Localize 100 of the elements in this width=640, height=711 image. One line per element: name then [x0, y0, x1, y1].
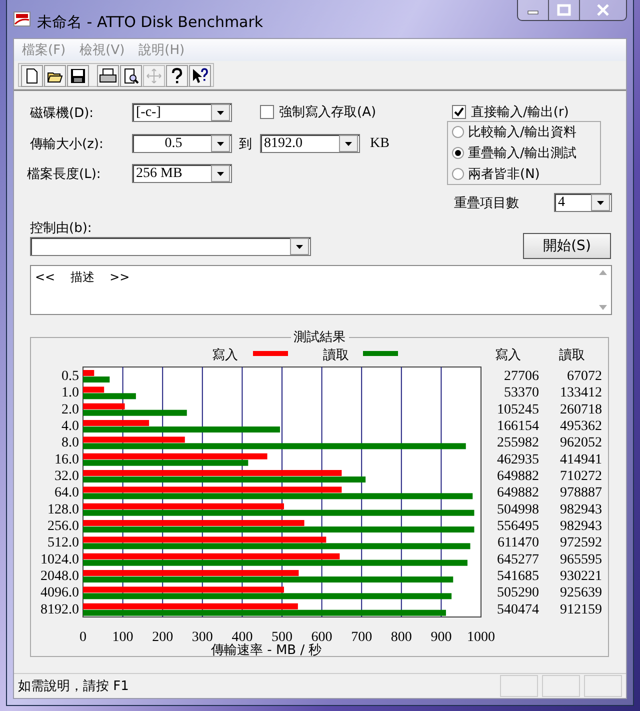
- unit-label: KB: [370, 136, 390, 152]
- tick-label: 700: [351, 630, 372, 645]
- table-cell: 67072: [567, 369, 602, 384]
- category-label: 8.0: [62, 436, 79, 451]
- category-label: 4.0: [62, 419, 79, 434]
- table-cell: 255982: [497, 436, 539, 451]
- checkbox[interactable]: [260, 105, 274, 119]
- table-cell: 504998: [497, 502, 539, 518]
- table-cell: 978887: [560, 486, 602, 501]
- to-label: 到: [239, 136, 252, 153]
- category-label: 2048.0: [40, 569, 79, 584]
- category-label: 64.0: [54, 486, 79, 501]
- transfer-size-label: 傳輸大小(z):: [30, 136, 104, 153]
- radio-button[interactable]: [452, 146, 464, 159]
- transfer-size-to-dropdown[interactable]: 8192.0: [260, 134, 360, 153]
- description-text: << 描述 >>: [34, 269, 131, 286]
- save-icon[interactable]: [67, 65, 89, 87]
- tick-label: 200: [152, 630, 174, 645]
- category-label: 32.0: [54, 469, 79, 484]
- help-icon[interactable]: [166, 65, 188, 87]
- category-label: 2.0: [62, 402, 79, 418]
- radio-button[interactable]: [452, 126, 464, 138]
- table-cell: 962052: [560, 436, 602, 451]
- table-cell: 540474: [497, 602, 539, 618]
- io-mode-label: 比較輸入/輸出資料: [468, 124, 576, 142]
- table-cell: 495362: [560, 419, 602, 434]
- table-cell: 166154: [497, 419, 539, 434]
- table-cell: 462935: [497, 452, 539, 468]
- tick-label: 1000: [467, 630, 495, 645]
- transfer-size-from-dropdown[interactable]: 0.5: [132, 134, 232, 153]
- category-label: 128.0: [48, 502, 79, 518]
- printer-icon[interactable]: [97, 65, 119, 87]
- radio-button[interactable]: [452, 168, 464, 180]
- tick-label: 0: [80, 630, 86, 645]
- new-document-icon[interactable]: [21, 65, 43, 87]
- read-bar: [83, 393, 136, 400]
- column-header: 寫入: [495, 348, 521, 363]
- legend-label: 寫入: [212, 348, 238, 363]
- table-cell: 105245: [497, 402, 539, 418]
- category-label: 0.5: [62, 369, 79, 384]
- write-bar: [83, 370, 94, 376]
- app-logo-icon: [13, 11, 31, 27]
- category-label: 256.0: [48, 519, 79, 534]
- table-cell: 912159: [560, 602, 602, 618]
- controlled-by-dropdown[interactable]: [30, 237, 311, 256]
- force-write-label: 強制寫入存取(A): [279, 104, 376, 121]
- table-cell: 133412: [560, 386, 602, 401]
- category-label: 1.0: [62, 386, 79, 401]
- category-label: 8192.0: [40, 602, 79, 618]
- direct-io-label: 直接輸入/輸出(r): [471, 104, 569, 121]
- print-preview-icon[interactable]: [120, 65, 142, 87]
- table-cell: 260718: [560, 402, 602, 418]
- file-length-label: 檔案長度(L):: [27, 166, 101, 183]
- controlled-by-label: 控制由(b):: [30, 220, 92, 237]
- tick-label: 300: [192, 630, 213, 645]
- table-cell: 930221: [560, 569, 602, 584]
- table-cell: 505290: [497, 586, 539, 601]
- legend-label: 讀取: [323, 348, 349, 363]
- tick-label: 900: [430, 630, 452, 645]
- table-cell: 414941: [560, 452, 602, 468]
- table-cell: 53370: [504, 386, 539, 401]
- queue-depth-label: 重疊項目數: [454, 195, 519, 212]
- category-label: 4096.0: [40, 586, 79, 601]
- table-cell: 649882: [497, 469, 539, 484]
- column-header: 讀取: [559, 348, 585, 363]
- category-label: 1024.0: [40, 552, 79, 568]
- results-title: 測試結果: [290, 328, 348, 346]
- open-folder-icon[interactable]: [44, 65, 66, 87]
- start-button[interactable]: 開始(S): [523, 233, 611, 259]
- x-axis-label: 傳輸速率 - MB / 秒: [211, 643, 322, 656]
- queue-depth-dropdown[interactable]: 4: [554, 193, 612, 212]
- context-help-icon[interactable]: [189, 65, 211, 87]
- file-length-dropdown[interactable]: 256 MB: [132, 164, 232, 183]
- drive-dropdown[interactable]: [-c-]: [132, 103, 232, 122]
- table-cell: 965595: [560, 552, 602, 568]
- read-bar: [83, 376, 110, 382]
- tick-label: 800: [390, 630, 412, 645]
- category-label: 512.0: [48, 536, 79, 551]
- checkbox[interactable]: [452, 105, 466, 119]
- tick-label: 100: [112, 630, 134, 645]
- maximize-icon: [557, 4, 571, 16]
- table-cell: 710272: [560, 469, 602, 484]
- table-cell: 541685: [497, 569, 539, 584]
- minimize-button[interactable]: [518, 0, 549, 20]
- table-cell: 649882: [497, 486, 539, 501]
- table-cell: 645277: [497, 552, 539, 568]
- window-title: 未命名 - ATTO Disk Benchmark: [37, 12, 264, 32]
- maximize-button[interactable]: [549, 0, 580, 20]
- io-mode-label: 兩者皆非(N): [468, 166, 540, 183]
- write-bar: [83, 420, 150, 426]
- status-text: 如需說明，請按 F1: [17, 678, 130, 695]
- table-cell: 982943: [560, 519, 602, 534]
- tick-label: 500: [272, 630, 292, 645]
- close-icon: [596, 4, 610, 16]
- drive-label: 磁碟機(D):: [30, 105, 94, 122]
- tick-label: 600: [311, 630, 332, 645]
- write-bar: [83, 386, 104, 393]
- table-cell: 972592: [560, 536, 602, 551]
- io-mode-label: 重疊輸入/輸出測試: [468, 144, 576, 162]
- table-cell: 611470: [498, 536, 539, 551]
